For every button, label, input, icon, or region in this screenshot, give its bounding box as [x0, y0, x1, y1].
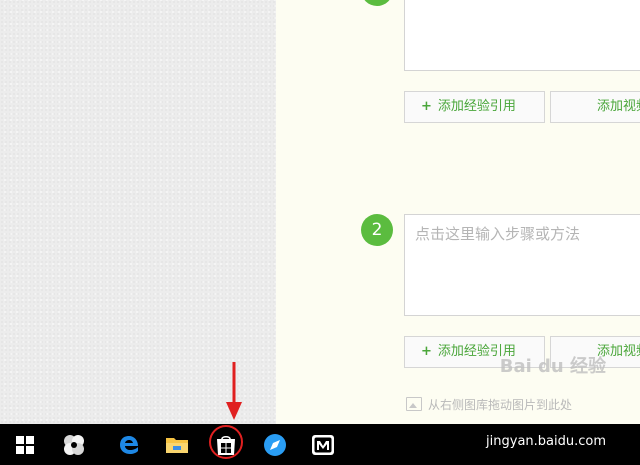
- red-circle-annotation: [209, 425, 243, 459]
- windows-taskbar: jingyan.baidu.com: [0, 424, 640, 465]
- step2-placeholder: 点击这里输入步骤或方法: [415, 225, 581, 243]
- edge-browser-button[interactable]: [109, 424, 149, 465]
- edge-icon: [120, 435, 138, 454]
- watermark-url: jingyan.baidu.com: [486, 434, 606, 449]
- step1-add-experience-ref-button[interactable]: + 添加经验引用: [404, 91, 545, 123]
- mangotv-button[interactable]: [303, 424, 343, 465]
- red-arrow-annotation: [226, 362, 242, 420]
- browser-app-icon: [264, 433, 286, 456]
- pinwheel-app-button[interactable]: [54, 424, 94, 465]
- windows-start-icon: [16, 435, 34, 454]
- mangotv-icon: [312, 434, 334, 455]
- windows-start-button[interactable]: [5, 424, 45, 465]
- step1-number-badge: [361, 0, 393, 6]
- browser-app-button[interactable]: [255, 424, 295, 465]
- image-drop-hint: 从右侧图库拖动图片到此处: [406, 396, 572, 413]
- step1-add-video-button[interactable]: 添加视频: [550, 91, 640, 123]
- baidu-jingyan-watermark: Bai du 经验: [499, 356, 606, 377]
- pinwheel-app-icon: [64, 434, 84, 455]
- file-explorer-button[interactable]: [157, 424, 197, 465]
- step1-text-area[interactable]: [404, 0, 640, 71]
- step2-number-badge: 2: [361, 214, 393, 246]
- step2-text-area[interactable]: 点击这里输入步骤或方法: [404, 214, 640, 316]
- file-explorer-icon: [166, 437, 188, 453]
- image-icon: [406, 397, 422, 411]
- step-editor-panel: +添加经验引用 添加视频 2 点击这里输入步骤或方法 +添加经验引用 添加视频 …: [276, 0, 640, 424]
